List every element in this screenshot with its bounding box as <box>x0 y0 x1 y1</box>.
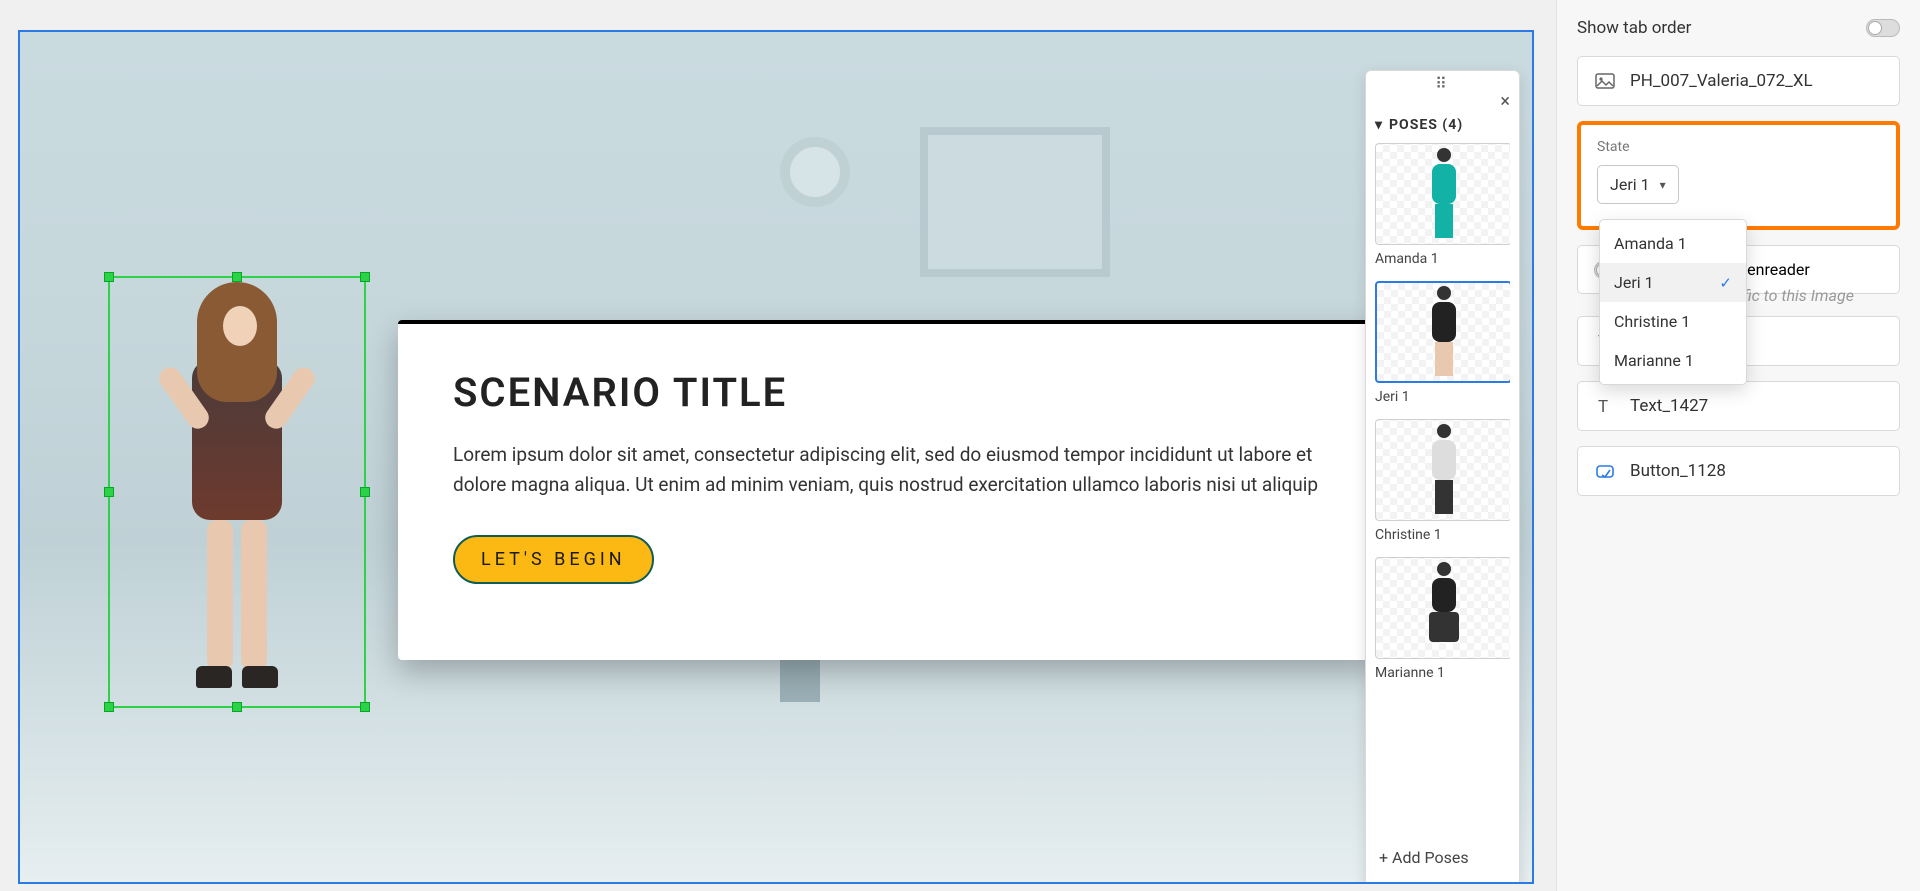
add-poses-button[interactable]: + Add Poses <box>1375 836 1510 879</box>
text-icon: T <box>1594 395 1616 417</box>
button-icon <box>1594 460 1616 482</box>
wall-clock <box>780 137 850 207</box>
state-option[interactable]: Christine 1 <box>1600 302 1746 341</box>
poses-header[interactable]: ▾ POSES (4) <box>1375 117 1510 133</box>
scenario-title: SCENARIO TITLE <box>453 369 1323 416</box>
table-base <box>520 672 1080 762</box>
pose-thumbnail[interactable] <box>1375 143 1510 245</box>
resize-handle[interactable] <box>104 487 114 497</box>
show-tab-order-toggle[interactable] <box>1866 19 1900 37</box>
state-label: State <box>1597 139 1880 155</box>
state-option[interactable]: Jeri 1✓ <box>1600 263 1746 302</box>
pose-item[interactable]: Amanda 1 <box>1375 143 1510 275</box>
drag-grip-icon[interactable]: ⠿ <box>1375 79 1510 89</box>
wall-frame <box>920 127 1110 277</box>
object-label: Text_1427 <box>1630 396 1708 416</box>
pose-item[interactable]: Christine 1 <box>1375 419 1510 551</box>
state-option[interactable]: Amanda 1 <box>1600 224 1746 263</box>
button-object-row[interactable]: Button_1128 <box>1577 446 1900 496</box>
text-object-row[interactable]: T Text_1427 <box>1577 381 1900 431</box>
chevron-down-icon: ▾ <box>1375 117 1383 133</box>
state-dropdown-menu[interactable]: Amanda 1Jeri 1✓Christine 1Marianne 1 <box>1599 219 1747 385</box>
pose-label: Jeri 1 <box>1375 389 1510 405</box>
asset-name: PH_007_Valeria_072_XL <box>1630 71 1813 91</box>
state-option[interactable]: Marianne 1 <box>1600 341 1746 380</box>
resize-handle[interactable] <box>360 272 370 282</box>
poses-list: Amanda 1 Jeri 1 Christine 1 Marianne 1 <box>1375 143 1510 836</box>
scenario-card: SCENARIO TITLE Lorem ipsum dolor sit ame… <box>398 320 1378 660</box>
scenario-body: Lorem ipsum dolor sit amet, consectetur … <box>453 440 1323 501</box>
lets-begin-button[interactable]: LET'S BEGIN <box>453 535 654 584</box>
pose-label: Christine 1 <box>1375 527 1510 543</box>
state-value: Jeri 1 <box>1610 175 1650 194</box>
character-figure[interactable] <box>167 288 307 698</box>
pose-item[interactable]: Jeri 1 <box>1375 281 1510 413</box>
state-section: State Jeri 1 ▾ Amanda 1Jeri 1✓Christine … <box>1577 121 1900 230</box>
pose-label: Marianne 1 <box>1375 665 1510 681</box>
resize-handle[interactable] <box>232 272 242 282</box>
close-icon[interactable]: × <box>1500 93 1510 111</box>
resize-handle[interactable] <box>360 487 370 497</box>
resize-handle[interactable] <box>232 702 242 712</box>
show-tab-order-label: Show tab order <box>1577 18 1691 38</box>
selection-box[interactable] <box>108 276 366 708</box>
object-label: Button_1128 <box>1630 461 1726 481</box>
canvas-stage[interactable]: SCENARIO TITLE Lorem ipsum dolor sit ame… <box>18 30 1534 884</box>
image-icon <box>1594 70 1616 92</box>
check-icon: ✓ <box>1719 274 1732 292</box>
pose-label: Amanda 1 <box>1375 251 1510 267</box>
chevron-down-icon: ▾ <box>1660 178 1666 192</box>
resize-handle[interactable] <box>104 272 114 282</box>
poses-panel[interactable]: ⠿ × ▾ POSES (4) Amanda 1 Jeri 1 Christine … <box>1365 70 1520 884</box>
pose-thumbnail[interactable] <box>1375 557 1510 659</box>
poses-header-label: POSES (4) <box>1389 117 1463 133</box>
state-dropdown[interactable]: Jeri 1 ▾ <box>1597 165 1679 204</box>
properties-panel: Show tab order PH_007_Valeria_072_XL Sta… <box>1556 0 1920 891</box>
pose-thumbnail[interactable] <box>1375 419 1510 521</box>
resize-handle[interactable] <box>360 702 370 712</box>
pose-item[interactable]: Marianne 1 <box>1375 557 1510 689</box>
pose-thumbnail[interactable] <box>1375 281 1510 383</box>
resize-handle[interactable] <box>104 702 114 712</box>
svg-text:T: T <box>1598 397 1608 416</box>
asset-row[interactable]: PH_007_Valeria_072_XL <box>1577 56 1900 106</box>
